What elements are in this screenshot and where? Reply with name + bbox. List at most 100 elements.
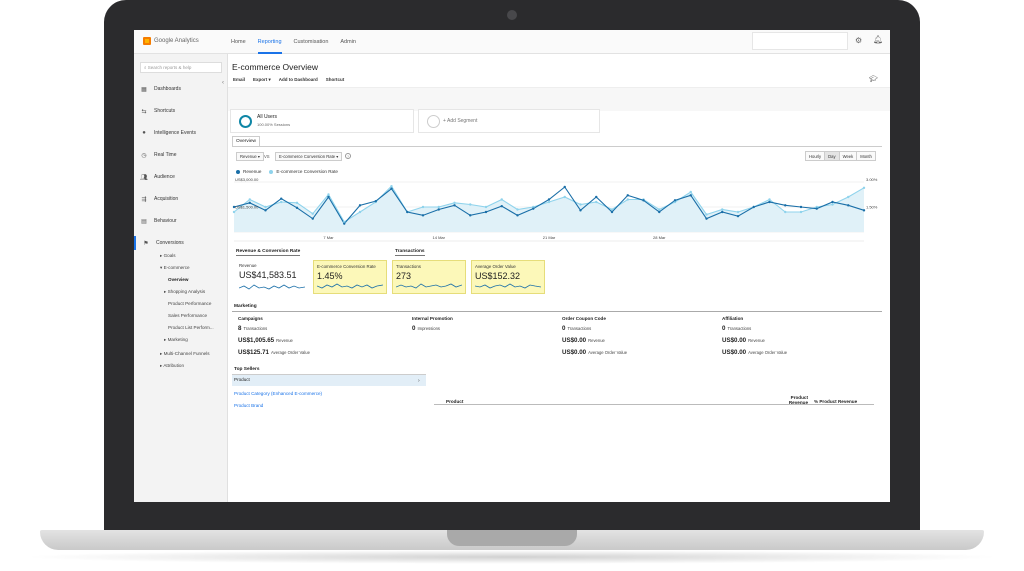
sidebar-sub-goals[interactable]: ▸ Goals (160, 253, 176, 259)
sidebar-item-intelligence[interactable]: ● Intelligence Events (134, 126, 228, 140)
marketing-row: US$0.00 Revenue (562, 337, 627, 344)
rate-point (705, 213, 708, 216)
revenue-point (847, 204, 850, 207)
marketing-label: Average Order Value (748, 350, 788, 355)
sparkline (317, 283, 383, 289)
legend-dot (269, 169, 274, 174)
revenue-point (595, 195, 598, 199)
tab-divider (232, 146, 882, 147)
revenue-point (469, 214, 472, 217)
laptop-notch (447, 530, 577, 546)
graduation-cap-icon[interactable]: 🎓︎ (869, 75, 878, 83)
sidebar-item-label: Shortcuts (154, 108, 176, 114)
sidebar-item-realtime[interactable]: ◷ Real Time (134, 148, 228, 162)
rate-point (547, 200, 551, 204)
scorecard-revenue[interactable]: Revenue US$41,583.51 (236, 260, 310, 294)
marketing-label: Transactions (567, 326, 592, 331)
scorecard-transactions[interactable]: Transactions 273 (392, 260, 466, 294)
x-tick-label: 21 Mar (543, 235, 556, 240)
sidebar-item-acquisition[interactable]: ⇶ Acquisition (134, 192, 228, 206)
sidebar-item-dashboards[interactable]: ▦ Dashboards (134, 82, 228, 96)
rate-point (484, 205, 488, 209)
segment-ring-icon (239, 115, 252, 128)
secondary-metric-select[interactable]: E-commerce Conversion Rate ▾ (275, 152, 343, 161)
revenue-point (500, 204, 503, 208)
top-sellers-product-category[interactable]: Product Category (Enhanced E-commerce) (234, 391, 424, 396)
revenue-point (358, 204, 362, 207)
rate-point (563, 195, 566, 199)
x-tick-label: 7 Mar (323, 235, 334, 240)
logo[interactable]: Google Analytics (143, 37, 199, 45)
marketing-row: 0 Impressions (412, 325, 453, 332)
sidebar-sub-ecommerce[interactable]: ▾ E-commerce (160, 265, 190, 271)
rate-point (799, 210, 803, 214)
top-sellers-product[interactable]: Product (232, 375, 426, 386)
revenue-point (784, 204, 787, 207)
people-icon: 👥︎ (140, 174, 148, 181)
legend-revenue[interactable]: Revenue (236, 169, 261, 174)
sidebar-sub-sales-performance[interactable]: Sales Performance (168, 313, 207, 318)
shortcut-button[interactable]: Shortcut (326, 77, 345, 83)
legend-conversion-rate[interactable]: E-commerce Conversion Rate (269, 169, 338, 174)
top-sellers-product-brand[interactable]: Product Brand (234, 403, 424, 408)
scorecard-conversion-rate[interactable]: E-commerce Conversion Rate 1.45% (313, 260, 387, 294)
revenue-point (280, 197, 283, 200)
sidebar-item-conversions[interactable]: ⚑ Conversions (134, 236, 228, 250)
sidebar-sub-overview[interactable]: Overview (168, 277, 188, 282)
sidebar-item-audience[interactable]: 👥︎ Audience (134, 170, 228, 184)
sidebar-sub-product-performance[interactable]: Product Performance (168, 301, 211, 306)
sidebar-item-shortcuts[interactable]: ⇆ Shortcuts (134, 104, 228, 118)
main-content: E-commerce Overview Email Export ▾ Add t… (228, 54, 890, 502)
revenue-point (532, 207, 535, 210)
page-title: E-commerce Overview (232, 62, 318, 72)
granularity-buttons: Hourly Day Week Month (805, 151, 876, 161)
line-chart[interactable]: US$3,000.00 US$1,500.00 3.00% 1.50% 7 Mar 14 … (232, 176, 882, 248)
bell-icon[interactable]: 🔔︎ (873, 35, 883, 44)
sidebar-search-input[interactable]: ⌕ Search reports & help (140, 62, 222, 73)
rate-point (421, 205, 425, 209)
email-button[interactable]: Email (233, 77, 245, 83)
marketing-label: Average Order Value (270, 350, 310, 355)
rate-point (311, 212, 314, 215)
scorecard-label: Average Order Value (475, 264, 516, 269)
marketing-row: 0 Transactions (562, 325, 627, 332)
marketing-label: Transactions (727, 326, 752, 331)
segment-all-users[interactable]: All Users 100.00% Sessions (230, 109, 414, 133)
sidebar-sub-multi-channel[interactable]: ▸ Multi-Channel Funnels (160, 351, 210, 357)
sidebar-item-behaviour[interactable]: ▤ Behaviour (134, 214, 228, 228)
revenue-point (642, 199, 645, 202)
granularity-week[interactable]: Week (838, 151, 858, 161)
marketing-header: Order Coupon Code (562, 316, 606, 321)
lightbulb-icon: ● (142, 130, 146, 136)
scorecard-average-order-value[interactable]: Average Order Value US$152.32 (471, 260, 545, 294)
topnav-home[interactable]: Home (231, 30, 246, 54)
topnav-admin[interactable]: Admin (340, 30, 356, 54)
top-bar: Google Analytics Home Reporting Customis… (134, 30, 890, 54)
sidebar-sub-attribution[interactable]: ▸ Attribution (160, 363, 184, 369)
gear-icon[interactable]: ⚙ (855, 36, 862, 45)
sidebar-sub-shopping-analysis[interactable]: ▸ Shopping Analysis (164, 289, 205, 295)
rate-point (831, 203, 834, 206)
topnav-reporting[interactable]: Reporting (257, 30, 282, 54)
scorecard-label: E-commerce Conversion Rate (317, 264, 376, 269)
laptop-shadow (20, 550, 1004, 564)
marketing-value: US$1,005.65 (238, 337, 275, 344)
sidebar-search-placeholder: Search reports & help (147, 65, 192, 70)
sidebar-sub-marketing[interactable]: ▸ Marketing (164, 337, 188, 343)
granularity-month[interactable]: Month (856, 151, 876, 161)
help-icon[interactable]: ? (345, 153, 351, 159)
granularity-hourly[interactable]: Hourly (805, 151, 826, 161)
granularity-day[interactable]: Day (824, 151, 840, 161)
export-button[interactable]: Export ▾ (253, 77, 271, 83)
add-segment-button[interactable]: + Add Segment (418, 109, 600, 133)
segment-subtitle: 100.00% Sessions (257, 122, 291, 127)
revenue-point (799, 205, 803, 209)
primary-metric-select[interactable]: Revenue ▾ (236, 152, 265, 161)
rate-point (248, 198, 251, 201)
topnav-customisation[interactable]: Customisation (294, 30, 329, 54)
rate-point (264, 205, 267, 209)
revenue-point (626, 194, 629, 197)
add-to-dashboard-button[interactable]: Add to Dashboard (279, 77, 318, 83)
top-search-input[interactable] (752, 32, 848, 50)
sidebar-sub-product-list[interactable]: Product List Perform... (168, 325, 214, 330)
